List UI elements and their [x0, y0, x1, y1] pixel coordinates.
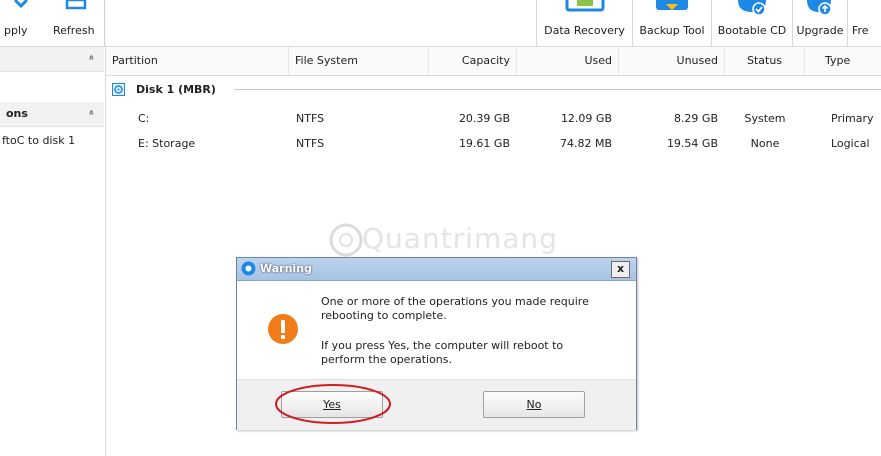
column-header-partition[interactable]: Partition [106, 47, 289, 75]
toolbar-separator [104, 0, 105, 46]
backup-tool-label: Backup Tool [639, 24, 705, 37]
apply-label: pply [4, 24, 28, 37]
operations-section-label: ons [6, 107, 28, 120]
cell-status: None [750, 137, 780, 150]
column-header-unused[interactable]: Unused [619, 47, 725, 75]
bootable-cd-button[interactable]: Bootable CD [711, 0, 792, 46]
refresh-label: Refresh [53, 24, 95, 37]
refresh-icon [65, 0, 87, 10]
backup-tool-button[interactable]: Backup Tool [632, 0, 711, 46]
bootable-cd-label: Bootable CD [717, 24, 787, 37]
bootable-cd-icon [738, 0, 766, 16]
backup-tool-icon [656, 0, 688, 10]
pending-operation-item[interactable]: ftoC to disk 1 [2, 134, 75, 147]
cell-file-system: NTFS [296, 137, 325, 150]
apply-button[interactable]: pply [0, 0, 48, 46]
upgrade-button[interactable]: Upgrade [792, 0, 847, 46]
table-row[interactable]: E: Storage NTFS 19.61 GB 74.82 MB 19.54 … [106, 134, 881, 154]
cell-used: 74.82 MB [559, 137, 612, 150]
dialog-message-2: If you press Yes, the computer will rebo… [321, 339, 564, 366]
collapse-chevron-icon[interactable]: « [85, 109, 96, 115]
app-icon [241, 261, 256, 276]
disk-icon [112, 83, 125, 96]
cell-type: Primary [831, 112, 874, 125]
column-header-type[interactable]: Type [805, 47, 881, 75]
watermark-text: Quantrimang [362, 222, 558, 255]
column-header-file-system[interactable]: File System [289, 47, 429, 75]
dialog-titlebar[interactable]: Warning x [237, 258, 636, 281]
cell-unused: 8.29 GB [673, 112, 718, 125]
upgrade-icon [807, 0, 832, 16]
upgrade-label: Upgrade [796, 24, 844, 37]
disk-label: Disk 1 (MBR) [136, 83, 216, 96]
disk-row[interactable]: Disk 1 (MBR) [106, 80, 881, 100]
operations-section-header[interactable]: ons « [0, 102, 104, 127]
collapse-chevron-icon[interactable]: « [85, 54, 96, 60]
warning-icon [268, 314, 298, 344]
free-label: Fre [852, 24, 869, 37]
no-label: No [526, 398, 542, 411]
cell-used: 12.09 GB [560, 112, 612, 125]
column-header-capacity[interactable]: Capacity [429, 47, 517, 75]
cell-capacity: 19.61 GB [458, 137, 510, 150]
no-button[interactable]: No [483, 391, 585, 418]
cell-partition: C: [138, 112, 150, 125]
close-button[interactable]: x [611, 261, 630, 278]
cell-capacity: 20.39 GB [458, 112, 510, 125]
disk-divider [234, 89, 881, 90]
dialog-body: One or more of the operations you made r… [237, 281, 636, 379]
cell-status: System [744, 112, 786, 125]
column-header-used[interactable]: Used [517, 47, 619, 75]
left-panel: « ons « ftoC to disk 1 [0, 47, 106, 456]
highlight-ellipse [275, 384, 391, 424]
left-panel-header-1[interactable]: « [0, 47, 104, 72]
data-recovery-icon [565, 0, 604, 12]
cell-type: Logical [831, 137, 870, 150]
table-header: Partition File System Capacity Used Unus… [106, 47, 881, 76]
apply-icon [13, 0, 29, 9]
cell-partition: E: Storage [138, 137, 196, 150]
warning-dialog: Warning x One or more of the operations … [236, 257, 637, 430]
column-header-status[interactable]: Status [725, 47, 805, 75]
dialog-footer: Yes No [237, 379, 636, 430]
cell-unused: 19.54 GB [666, 137, 718, 150]
toolbar: pply Refresh Data Recovery Backup Tool B… [0, 0, 881, 47]
watermark-logo-icon [329, 223, 363, 257]
refresh-button[interactable]: Refresh [48, 0, 104, 46]
cell-file-system: NTFS [296, 112, 325, 125]
data-recovery-button[interactable]: Data Recovery [536, 0, 632, 46]
watermark: Quantrimang [322, 218, 622, 258]
dialog-title: Warning [260, 262, 312, 275]
free-button[interactable]: Fre [847, 0, 881, 46]
table-row[interactable]: C: NTFS 20.39 GB 12.09 GB 8.29 GB System… [106, 109, 881, 129]
data-recovery-label: Data Recovery [544, 24, 625, 37]
dialog-message-1: One or more of the operations you made r… [321, 295, 589, 322]
